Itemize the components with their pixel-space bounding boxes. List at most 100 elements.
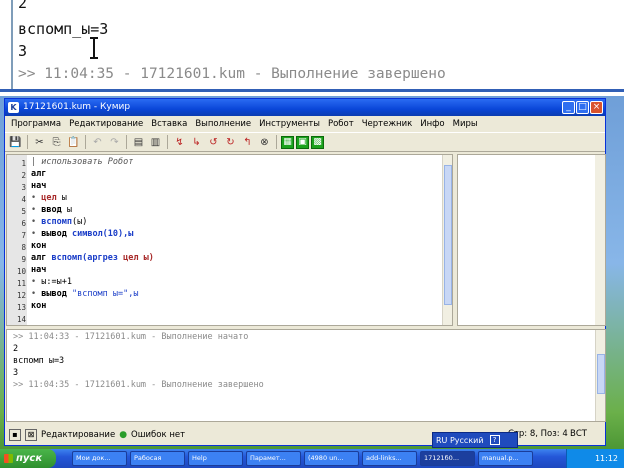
menu-robot[interactable]: Робот <box>324 119 358 129</box>
line-number: 8 <box>21 243 26 252</box>
grid-icon[interactable]: ▦ <box>281 135 294 149</box>
line-number-gutter: 1 2 3 4 5 6 7 8 9 10 11 12 13 14 <box>7 155 27 325</box>
output-line: >> 11:04:35 - 17121601.kum - Выполнение … <box>13 380 264 390</box>
step-out-icon[interactable]: ↻ <box>223 135 238 150</box>
zoom-line-4: >> 11:04:35 - 17121601.kum - Выполнение … <box>18 66 446 82</box>
zoom-line-2: вспомп_ы=3 <box>18 20 109 38</box>
copy-icon[interactable]: ⎘ <box>49 135 64 150</box>
menu-insert[interactable]: Вставка <box>147 119 191 129</box>
output-line: вспомп ы=3 <box>13 356 65 366</box>
output-line: >> 11:04:33 - 17121601.kum - Выполнение … <box>13 332 249 342</box>
save-icon[interactable]: 💾 <box>8 135 23 150</box>
cut-icon[interactable]: ✂ <box>32 135 47 150</box>
start-button[interactable]: пуск <box>0 449 56 468</box>
menu-drawer[interactable]: Чертежник <box>358 119 417 129</box>
task-my-docs[interactable]: Мои док... <box>72 451 127 466</box>
code-line: • вспомп(ы) <box>31 217 88 227</box>
line-number: 6 <box>21 219 26 228</box>
line-number: 4 <box>21 195 26 204</box>
line-number: 2 <box>21 171 26 180</box>
help-icon[interactable]: ? <box>489 435 500 445</box>
code-line: алг вспомп(аргрез цел ы) <box>31 253 154 263</box>
menu-run[interactable]: Выполнение <box>191 119 255 129</box>
editor-scrollbar[interactable] <box>442 155 452 325</box>
menu-tools[interactable]: Инструменты <box>255 119 324 129</box>
language-label: RU Русский <box>436 435 484 445</box>
title-bar[interactable]: K 17121601.kum - Кумир _ □ × <box>5 99 605 116</box>
code-line: • вывод символ(10),ы <box>31 229 134 239</box>
output-line: 2 <box>13 344 19 354</box>
save-status-icon[interactable]: ▪ <box>9 429 21 441</box>
output-line: 3 <box>13 368 19 378</box>
menu-info[interactable]: Инфо <box>416 119 448 129</box>
code-line: алг <box>31 169 47 179</box>
margin-scrollbar[interactable] <box>595 155 605 325</box>
zoom-divider <box>0 89 624 92</box>
menu-bar: Программа Редактирование Вставка Выполне… <box>5 116 605 132</box>
menu-program[interactable]: Программа <box>7 119 65 129</box>
system-tray: 11:12 <box>566 449 624 468</box>
margin-panel <box>457 154 606 326</box>
toolbar-separator <box>126 135 127 149</box>
close-doc-icon[interactable]: ⊠ <box>25 429 37 441</box>
undo-icon[interactable]: ↶ <box>90 135 105 150</box>
paste-icon[interactable]: 📋 <box>66 135 81 150</box>
close-button[interactable]: × <box>590 101 603 114</box>
zoom-left-border <box>11 0 13 90</box>
line-number: 11 <box>16 279 26 288</box>
taskbar: пуск Мои док... Рабосая Help Парамет... … <box>0 449 624 468</box>
document2-icon[interactable]: ▥ <box>148 135 163 150</box>
kumir-window: K 17121601.kum - Кумир _ □ × Программа Р… <box>4 98 606 446</box>
zoom-line-3: 3 <box>18 42 28 60</box>
status-mode: Редактирование <box>41 430 116 440</box>
code-line: | использовать Робот <box>31 157 134 167</box>
code-line: • вывод "вспомп ы=",ы <box>31 289 139 299</box>
language-bar[interactable]: RU Русский ? <box>432 432 518 448</box>
code-line: кон <box>31 241 47 251</box>
robot-field-icon[interactable]: ▣ <box>296 135 309 149</box>
zoomed-output-panel: 2 вспомп_ы=3 3 >> 11:04:35 - 17121601.ku… <box>0 0 624 96</box>
redo-icon[interactable]: ↷ <box>107 135 122 150</box>
step-into-icon[interactable]: ↺ <box>206 135 221 150</box>
task-add-links[interactable]: add-links... <box>362 451 417 466</box>
toolbar-separator <box>27 135 28 149</box>
line-number: 10 <box>16 267 26 276</box>
code-editor[interactable]: 1 2 3 4 5 6 7 8 9 10 11 12 13 14 | испол… <box>6 154 453 326</box>
run-icon[interactable]: ↯ <box>172 135 187 150</box>
maximize-button[interactable]: □ <box>576 101 589 114</box>
line-number: 14 <box>16 315 26 324</box>
drawer-field-icon[interactable]: ▩ <box>311 135 324 149</box>
scrollbar-thumb[interactable] <box>444 165 452 305</box>
line-number: 9 <box>21 255 26 264</box>
line-number: 7 <box>21 231 26 240</box>
task-params[interactable]: Парамет... <box>246 451 301 466</box>
output-panel[interactable]: >> 11:04:33 - 17121601.kum - Выполнение … <box>6 329 606 422</box>
toolbar-separator <box>276 135 277 149</box>
code-line: нач <box>31 181 47 191</box>
code-line: кон <box>31 301 47 311</box>
code-line: • ы:=ы+1 <box>31 277 72 287</box>
stop-icon[interactable]: ⊗ <box>257 135 272 150</box>
scrollbar-thumb[interactable] <box>597 354 605 394</box>
task-kumir[interactable]: 17121б0... <box>420 451 475 466</box>
line-number: 12 <box>16 291 26 300</box>
line-number: 5 <box>21 207 26 216</box>
menu-worlds[interactable]: Миры <box>449 119 482 129</box>
task-browser[interactable]: (4980 un... <box>304 451 359 466</box>
task-desktop[interactable]: Рабосая <box>130 451 185 466</box>
output-scrollbar[interactable] <box>595 330 605 421</box>
zoom-line-1: 2 <box>18 0 28 12</box>
step-over-icon[interactable]: ↰ <box>240 135 255 150</box>
minimize-button[interactable]: _ <box>562 101 575 114</box>
line-number: 13 <box>16 303 26 312</box>
document-icon[interactable]: ▤ <box>131 135 146 150</box>
clock[interactable]: 11:12 <box>595 454 618 463</box>
task-manual[interactable]: manual.p... <box>478 451 533 466</box>
toolbar-separator <box>85 135 86 149</box>
task-help[interactable]: Help <box>188 451 243 466</box>
toolbar-separator <box>167 135 168 149</box>
step-icon[interactable]: ↳ <box>189 135 204 150</box>
code-line: • цел ы <box>31 193 67 203</box>
window-title: 17121601.kum - Кумир <box>23 102 131 112</box>
menu-edit[interactable]: Редактирование <box>65 119 147 129</box>
